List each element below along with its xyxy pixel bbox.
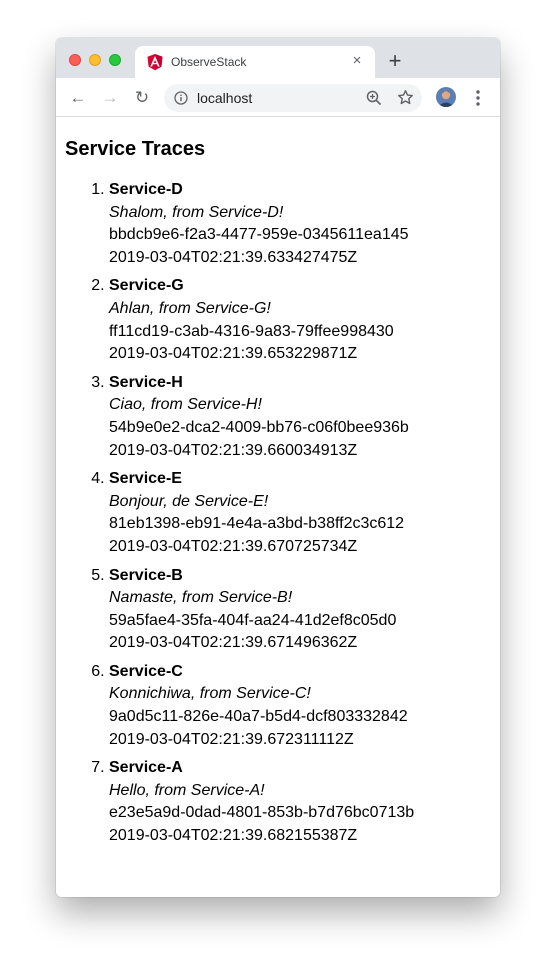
greeting: Shalom, from Service-D! bbox=[109, 203, 284, 221]
trace-id: 9a0d5c11-826e-40a7-b5d4-dcf803332842 bbox=[109, 708, 408, 726]
angular-logo-icon bbox=[147, 54, 163, 71]
back-icon[interactable]: ← bbox=[68, 88, 88, 108]
timestamp: 2019-03-04T02:21:39.682155387Z bbox=[109, 827, 358, 845]
list-item: Service-G Ahlan, from Service-G! ff11cd1… bbox=[109, 275, 414, 365]
list-item: Service-D Shalom, from Service-D! bbdcb9… bbox=[109, 179, 414, 269]
trace-id: e23e5a9d-0dad-4801-853b-b7d76bc0713b bbox=[109, 804, 415, 822]
service-name: Service-A bbox=[109, 759, 183, 777]
avatar[interactable] bbox=[436, 87, 456, 107]
service-name: Service-B bbox=[109, 566, 183, 584]
timestamp: 2019-03-04T02:21:39.670725734Z bbox=[109, 537, 358, 555]
trace-id: 81eb1398-eb91-4e4a-a3bd-b38ff2c3c612 bbox=[109, 515, 405, 533]
minimize-window-button[interactable] bbox=[89, 54, 101, 66]
tab-observestack[interactable]: ObserveStack × bbox=[135, 46, 375, 78]
list-item: Service-A Hello, from Service-A! e23e5a9… bbox=[109, 757, 414, 847]
timestamp: 2019-03-04T02:21:39.660034913Z bbox=[109, 441, 358, 459]
list-item: Service-B Namaste, from Service-B! 59a5f… bbox=[109, 565, 414, 655]
reload-icon[interactable]: ↻ bbox=[132, 88, 152, 108]
greeting: Ahlan, from Service-G! bbox=[109, 299, 271, 317]
page-title: Service Traces bbox=[65, 138, 206, 160]
kebab-menu-icon[interactable] bbox=[470, 88, 486, 108]
address-bar[interactable]: localhost bbox=[164, 84, 422, 112]
list-item: Service-C Konnichiwa, from Service-C! 9a… bbox=[109, 661, 414, 751]
close-window-button[interactable] bbox=[69, 54, 81, 66]
list-item: Service-H Ciao, from Service-H! 54b9e0e2… bbox=[109, 372, 414, 462]
trace-id: ff11cd19-c3ab-4316-9a83-79ffee998430 bbox=[109, 322, 394, 340]
trace-id: 59a5fae4-35fa-404f-aa24-41d2ef8c05d0 bbox=[109, 611, 397, 629]
timestamp: 2019-03-04T02:21:39.671496362Z bbox=[109, 634, 358, 652]
timestamp: 2019-03-04T02:21:39.653229871Z bbox=[109, 345, 358, 363]
browser-window: ObserveStack × + ← → ↻ localhost Service… bbox=[56, 38, 500, 897]
service-name: Service-C bbox=[109, 662, 183, 680]
trace-id: bbdcb9e6-f2a3-4477-959e-0345611ea145 bbox=[109, 226, 409, 244]
greeting: Namaste, from Service-B! bbox=[109, 589, 293, 607]
list-item: Service-E Bonjour, de Service-E! 81eb139… bbox=[109, 468, 414, 558]
timestamp: 2019-03-04T02:21:39.633427475Z bbox=[109, 248, 358, 266]
forward-icon[interactable]: → bbox=[100, 88, 120, 108]
service-name: Service-E bbox=[109, 470, 182, 488]
close-tab-icon[interactable]: × bbox=[349, 53, 365, 69]
tab-title: ObserveStack bbox=[171, 55, 247, 69]
service-name: Service-G bbox=[109, 277, 184, 295]
url-text[interactable]: localhost bbox=[197, 90, 252, 106]
greeting: Hello, from Service-A! bbox=[109, 781, 265, 799]
maximize-window-button[interactable] bbox=[109, 54, 121, 66]
trace-id: 54b9e0e2-dca2-4009-bb76-c06f0bee936b bbox=[109, 418, 409, 436]
timestamp: 2019-03-04T02:21:39.672311112Z bbox=[109, 730, 354, 748]
greeting: Konnichiwa, from Service-C! bbox=[109, 685, 311, 703]
info-icon[interactable] bbox=[174, 91, 188, 105]
service-name: Service-H bbox=[109, 373, 183, 391]
greeting: Bonjour, de Service-E! bbox=[109, 492, 269, 510]
greeting: Ciao, from Service-H! bbox=[109, 396, 262, 414]
new-tab-button[interactable]: + bbox=[385, 50, 405, 72]
browser-toolbar: ← → ↻ localhost bbox=[56, 78, 500, 117]
title-bar: ObserveStack × + bbox=[56, 38, 500, 78]
page-content: Service Traces Service-D Shalom, from Se… bbox=[56, 117, 500, 897]
zoom-icon[interactable] bbox=[366, 90, 382, 106]
trace-list: Service-D Shalom, from Service-D! bbdcb9… bbox=[56, 179, 414, 854]
service-name: Service-D bbox=[109, 181, 183, 198]
star-icon[interactable] bbox=[397, 89, 414, 106]
